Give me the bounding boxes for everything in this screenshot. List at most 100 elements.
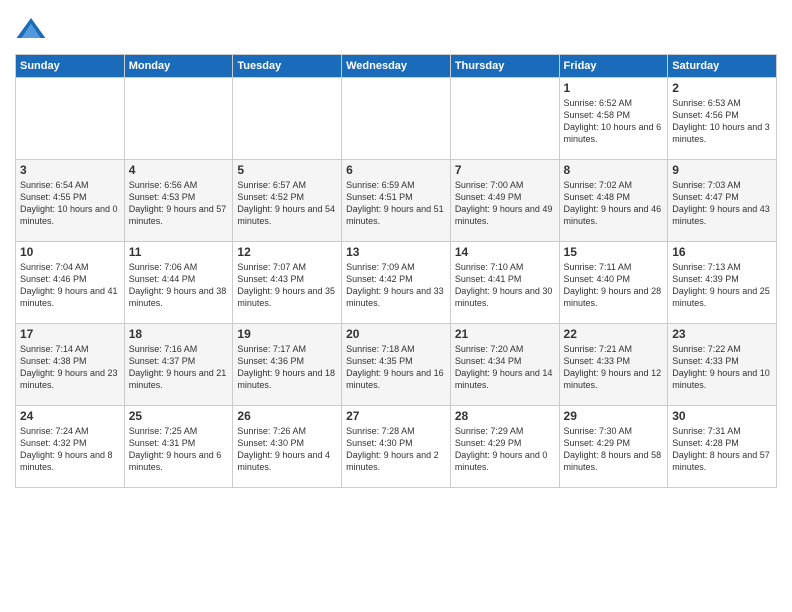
calendar-day-cell: 24 Sunrise: 7:24 AM Sunset: 4:32 PM Dayli…: [16, 406, 125, 488]
day-number: 25: [129, 409, 229, 423]
calendar-header-row: SundayMondayTuesdayWednesdayThursdayFrid…: [16, 55, 777, 78]
calendar-day-cell: 7 Sunrise: 7:00 AM Sunset: 4:49 PM Daylig…: [450, 160, 559, 242]
day-info: Sunrise: 7:17 AM Sunset: 4:36 PM Dayligh…: [237, 343, 337, 392]
day-number: 13: [346, 245, 446, 259]
calendar-day-cell: [16, 78, 125, 160]
calendar-day-cell: 21Sunrise: 7:20 AM Sunset: 4:34 PM Dayli…: [450, 324, 559, 406]
calendar-day-cell: 8 Sunrise: 7:02 AM Sunset: 4:48 PM Daylig…: [559, 160, 668, 242]
calendar-day-cell: 14 Sunrise: 7:10 AM Sunset: 4:41 PM Dayli…: [450, 242, 559, 324]
day-info: Sunrise: 7:16 AM Sunset: 4:37 PM Dayligh…: [129, 343, 229, 392]
calendar-day-cell: 5 Sunrise: 6:57 AM Sunset: 4:52 PM Daylig…: [233, 160, 342, 242]
day-number: 9: [672, 163, 772, 177]
day-info: Sunrise: 7:28 AM Sunset: 4:30 PM Dayligh…: [346, 425, 446, 474]
day-info: Sunrise: 6:56 AM Sunset: 4:53 PM Dayligh…: [129, 179, 229, 228]
day-number: 23: [672, 327, 772, 341]
calendar-day-cell: 30 Sunrise: 7:31 AM Sunset: 4:28 PM Dayli…: [668, 406, 777, 488]
day-info: Sunrise: 7:30 AM Sunset: 4:29 PM Dayligh…: [564, 425, 664, 474]
logo: [15, 14, 51, 46]
weekday-header: Sunday: [16, 55, 125, 78]
day-number: 28: [455, 409, 555, 423]
calendar-week-row: 1Sunrise: 6:52 AM Sunset: 4:58 PM Daylig…: [16, 78, 777, 160]
calendar-day-cell: 6 Sunrise: 6:59 AM Sunset: 4:51 PM Daylig…: [342, 160, 451, 242]
day-number: 2: [672, 81, 772, 95]
weekday-header: Tuesday: [233, 55, 342, 78]
calendar-day-cell: 11 Sunrise: 7:06 AM Sunset: 4:44 PM Dayli…: [124, 242, 233, 324]
day-info: Sunrise: 7:04 AM Sunset: 4:46 PM Dayligh…: [20, 261, 120, 310]
calendar-day-cell: 28Sunrise: 7:29 AM Sunset: 4:29 PM Dayli…: [450, 406, 559, 488]
calendar-week-row: 3Sunrise: 6:54 AM Sunset: 4:55 PM Daylig…: [16, 160, 777, 242]
calendar-day-cell: 15 Sunrise: 7:11 AM Sunset: 4:40 PM Dayli…: [559, 242, 668, 324]
day-number: 5: [237, 163, 337, 177]
day-info: Sunrise: 7:26 AM Sunset: 4:30 PM Dayligh…: [237, 425, 337, 474]
day-number: 27: [346, 409, 446, 423]
day-number: 30: [672, 409, 772, 423]
day-info: Sunrise: 7:00 AM Sunset: 4:49 PM Dayligh…: [455, 179, 555, 228]
calendar-day-cell: 18Sunrise: 7:16 AM Sunset: 4:37 PM Dayli…: [124, 324, 233, 406]
day-info: Sunrise: 6:57 AM Sunset: 4:52 PM Dayligh…: [237, 179, 337, 228]
weekday-header: Monday: [124, 55, 233, 78]
day-info: Sunrise: 7:22 AM Sunset: 4:33 PM Dayligh…: [672, 343, 772, 392]
page-header: [15, 10, 777, 46]
day-number: 16: [672, 245, 772, 259]
calendar-day-cell: 1Sunrise: 6:52 AM Sunset: 4:58 PM Daylig…: [559, 78, 668, 160]
calendar-week-row: 24 Sunrise: 7:24 AM Sunset: 4:32 PM Dayli…: [16, 406, 777, 488]
calendar-week-row: 17Sunrise: 7:14 AM Sunset: 4:38 PM Dayli…: [16, 324, 777, 406]
day-info: Sunrise: 7:10 AM Sunset: 4:41 PM Dayligh…: [455, 261, 555, 310]
calendar-day-cell: 27 Sunrise: 7:28 AM Sunset: 4:30 PM Dayli…: [342, 406, 451, 488]
day-number: 14: [455, 245, 555, 259]
calendar-day-cell: 29 Sunrise: 7:30 AM Sunset: 4:29 PM Dayli…: [559, 406, 668, 488]
calendar-day-cell: [124, 78, 233, 160]
day-number: 15: [564, 245, 664, 259]
calendar-day-cell: 16 Sunrise: 7:13 AM Sunset: 4:39 PM Dayli…: [668, 242, 777, 324]
day-info: Sunrise: 7:03 AM Sunset: 4:47 PM Dayligh…: [672, 179, 772, 228]
calendar-day-cell: [342, 78, 451, 160]
day-number: 20: [346, 327, 446, 341]
day-info: Sunrise: 7:24 AM Sunset: 4:32 PM Dayligh…: [20, 425, 120, 474]
calendar-day-cell: [450, 78, 559, 160]
calendar-day-cell: 13 Sunrise: 7:09 AM Sunset: 4:42 PM Dayli…: [342, 242, 451, 324]
day-info: Sunrise: 7:02 AM Sunset: 4:48 PM Dayligh…: [564, 179, 664, 228]
day-number: 4: [129, 163, 229, 177]
day-info: Sunrise: 6:59 AM Sunset: 4:51 PM Dayligh…: [346, 179, 446, 228]
day-info: Sunrise: 7:25 AM Sunset: 4:31 PM Dayligh…: [129, 425, 229, 474]
calendar-day-cell: 9 Sunrise: 7:03 AM Sunset: 4:47 PM Daylig…: [668, 160, 777, 242]
day-number: 17: [20, 327, 120, 341]
logo-icon: [15, 14, 47, 46]
day-info: Sunrise: 7:31 AM Sunset: 4:28 PM Dayligh…: [672, 425, 772, 474]
day-info: Sunrise: 7:20 AM Sunset: 4:34 PM Dayligh…: [455, 343, 555, 392]
calendar-day-cell: 25 Sunrise: 7:25 AM Sunset: 4:31 PM Dayli…: [124, 406, 233, 488]
calendar-day-cell: 26 Sunrise: 7:26 AM Sunset: 4:30 PM Dayli…: [233, 406, 342, 488]
calendar-week-row: 10 Sunrise: 7:04 AM Sunset: 4:46 PM Dayli…: [16, 242, 777, 324]
calendar-day-cell: 10 Sunrise: 7:04 AM Sunset: 4:46 PM Dayli…: [16, 242, 125, 324]
day-info: Sunrise: 7:11 AM Sunset: 4:40 PM Dayligh…: [564, 261, 664, 310]
day-info: Sunrise: 7:13 AM Sunset: 4:39 PM Dayligh…: [672, 261, 772, 310]
day-number: 6: [346, 163, 446, 177]
day-number: 26: [237, 409, 337, 423]
day-info: Sunrise: 7:06 AM Sunset: 4:44 PM Dayligh…: [129, 261, 229, 310]
day-info: Sunrise: 6:53 AM Sunset: 4:56 PM Dayligh…: [672, 97, 772, 146]
calendar-day-cell: 17Sunrise: 7:14 AM Sunset: 4:38 PM Dayli…: [16, 324, 125, 406]
day-info: Sunrise: 7:09 AM Sunset: 4:42 PM Dayligh…: [346, 261, 446, 310]
day-number: 8: [564, 163, 664, 177]
day-number: 7: [455, 163, 555, 177]
calendar-day-cell: 20Sunrise: 7:18 AM Sunset: 4:35 PM Dayli…: [342, 324, 451, 406]
calendar-day-cell: 12Sunrise: 7:07 AM Sunset: 4:43 PM Dayli…: [233, 242, 342, 324]
day-number: 29: [564, 409, 664, 423]
weekday-header: Friday: [559, 55, 668, 78]
day-info: Sunrise: 6:54 AM Sunset: 4:55 PM Dayligh…: [20, 179, 120, 228]
calendar-day-cell: 3Sunrise: 6:54 AM Sunset: 4:55 PM Daylig…: [16, 160, 125, 242]
day-number: 11: [129, 245, 229, 259]
calendar-day-cell: [233, 78, 342, 160]
day-number: 22: [564, 327, 664, 341]
calendar-day-cell: 4 Sunrise: 6:56 AM Sunset: 4:53 PM Daylig…: [124, 160, 233, 242]
weekday-header: Thursday: [450, 55, 559, 78]
calendar-day-cell: 22Sunrise: 7:21 AM Sunset: 4:33 PM Dayli…: [559, 324, 668, 406]
day-info: Sunrise: 7:07 AM Sunset: 4:43 PM Dayligh…: [237, 261, 337, 310]
calendar-day-cell: 2 Sunrise: 6:53 AM Sunset: 4:56 PM Daylig…: [668, 78, 777, 160]
day-number: 24: [20, 409, 120, 423]
calendar-table: SundayMondayTuesdayWednesdayThursdayFrid…: [15, 54, 777, 488]
page-container: SundayMondayTuesdayWednesdayThursdayFrid…: [0, 0, 792, 612]
day-number: 10: [20, 245, 120, 259]
weekday-header: Wednesday: [342, 55, 451, 78]
day-number: 19: [237, 327, 337, 341]
